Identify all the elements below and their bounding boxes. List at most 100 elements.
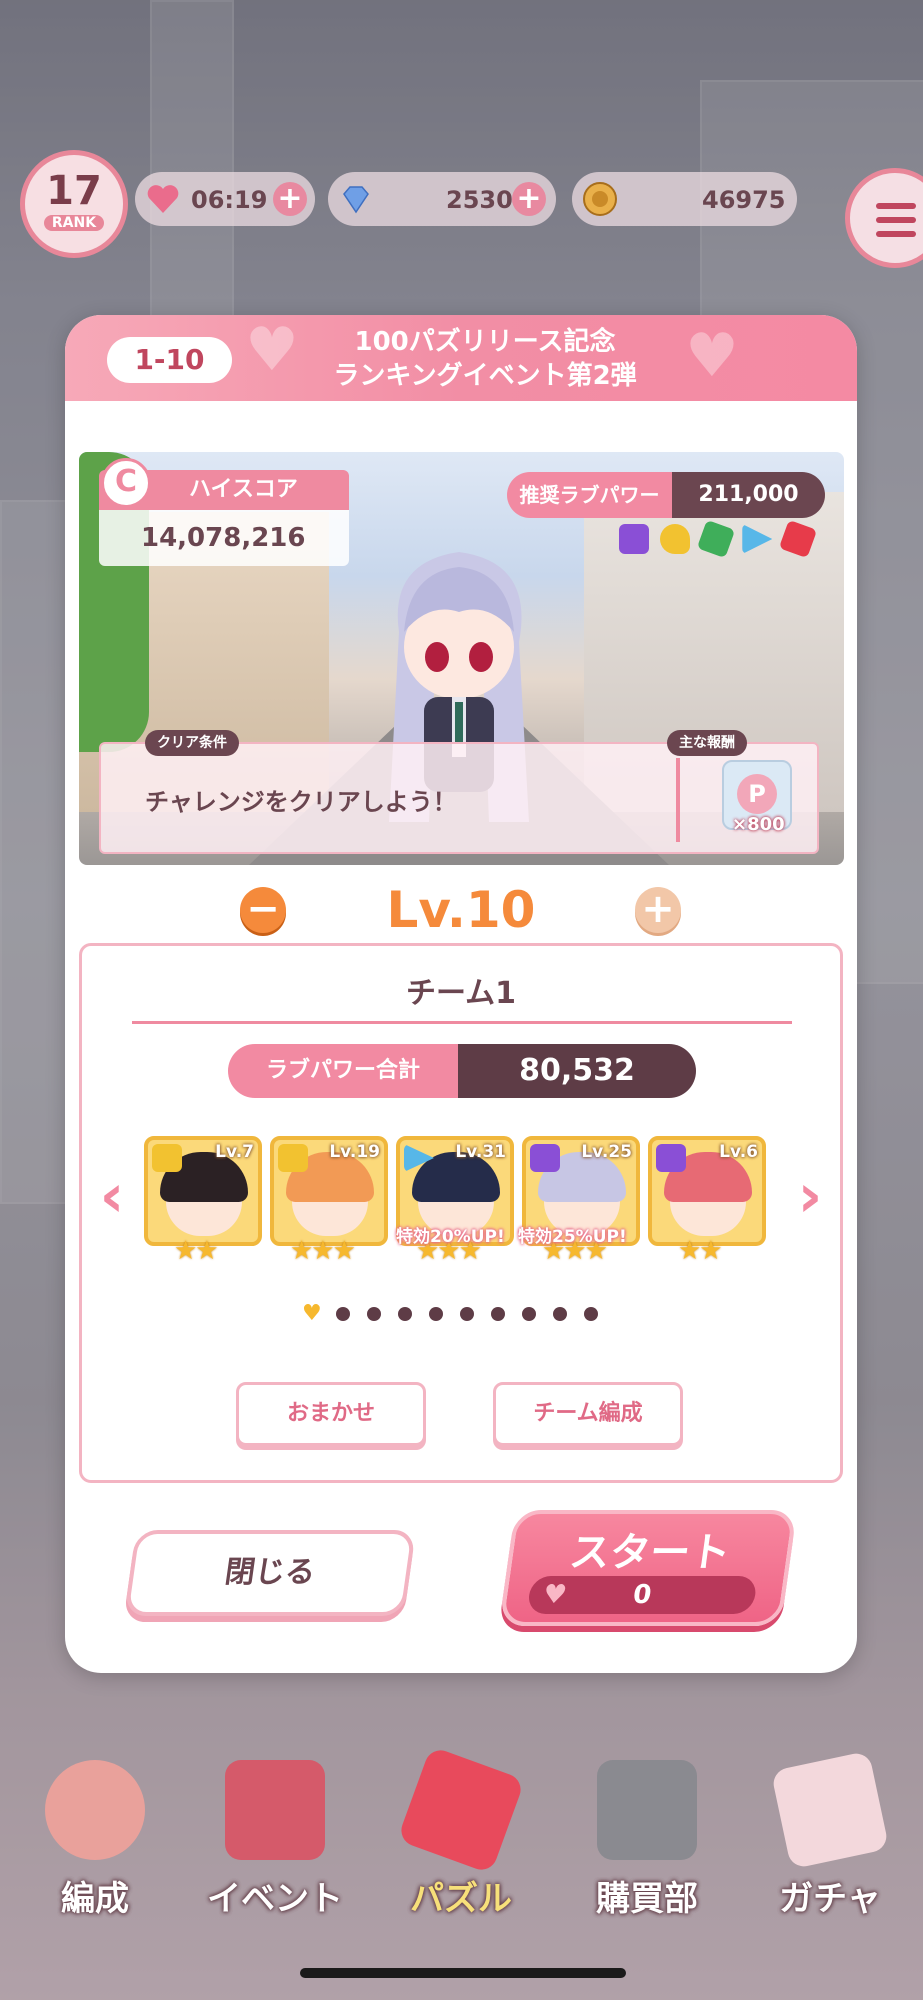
notebook-piece-icon [619, 524, 649, 554]
cheese-piece-icon [660, 524, 691, 554]
cheese-type-icon [278, 1144, 308, 1172]
reward-item[interactable]: P ×800 [722, 760, 792, 835]
start-cost: ♥ 0 [526, 1576, 758, 1614]
start-cost-value: 0 [631, 1580, 654, 1610]
gems-plus-button[interactable]: + [512, 182, 546, 216]
team-name: チーム1 [406, 976, 516, 1011]
coins-pill: 46975 [572, 172, 797, 226]
register-icon [597, 1760, 697, 1860]
menu-icon-bar [876, 217, 916, 223]
rank-label: RANK [44, 215, 104, 231]
highscore-rank-icon: C [101, 458, 151, 508]
piece-types [619, 519, 819, 560]
gems-value: 2530 [446, 186, 513, 214]
nav-label: ガチャ [779, 1879, 881, 1919]
stamina-plus-button[interactable]: + [273, 182, 307, 216]
clear-condition-tag: クリア条件 [145, 730, 239, 756]
coins-value: 46975 [702, 186, 786, 214]
clear-condition-text: チャレンジをクリアしよう！ [145, 788, 457, 816]
nav-shop[interactable]: 購買部 [562, 1750, 732, 1920]
page-dot[interactable] [397, 1306, 412, 1321]
recommended-power-value: 211,000 [672, 472, 825, 518]
page-dot[interactable] [335, 1306, 350, 1321]
page-dot[interactable] [583, 1306, 598, 1321]
prev-team-arrow-icon[interactable]: ‹ [90, 1166, 134, 1226]
start-button[interactable]: スタート ♥ 0 [498, 1510, 798, 1626]
character-card[interactable]: Lv.19 [270, 1136, 388, 1246]
diamond-icon [343, 186, 369, 214]
card-stars: ★★ [174, 1236, 219, 1266]
nav-label: 編成 [61, 1879, 129, 1919]
team-page-indicator: ♥ [302, 1301, 615, 1326]
coin-icon [583, 182, 617, 216]
stage-modal: ♥ ♥ 1-10 100パズリリース記念 ランキングイベント第2弾 ハイスコア … [65, 315, 857, 1673]
auto-team-button[interactable]: おまかせ [236, 1382, 426, 1446]
next-team-arrow-icon[interactable]: › [788, 1166, 832, 1226]
puzzle-icon [396, 1745, 526, 1875]
clear-condition-panel: クリア条件 チャレンジをクリアしよう！ 主な報酬 P ×800 [99, 730, 819, 854]
nav-puzzle[interactable]: パズル [376, 1745, 546, 1920]
modal-title: 100パズリリース記念 ランキングイベント第2弾 [265, 325, 705, 393]
character-card[interactable]: Lv.7 [144, 1136, 262, 1246]
level-value: Lv.10 [386, 881, 536, 939]
nav-label: 購買部 [596, 1879, 698, 1919]
stage-preview: ハイスコア C 14,078,216 推奨ラブパワー 211,000 クリア条件… [79, 452, 844, 865]
card-boost-label: 特効20%UP! [396, 1227, 505, 1247]
ruler-piece-icon [742, 524, 773, 554]
page-dot[interactable] [366, 1306, 381, 1321]
letter-icon [770, 1750, 890, 1870]
card-level: Lv.25 [581, 1142, 632, 1162]
reward-tag: 主な報酬 [667, 730, 747, 756]
divider [132, 1021, 792, 1024]
nav-label: パズル [410, 1879, 512, 1919]
recommended-power-label: 推奨ラブパワー [507, 472, 672, 518]
nav-event[interactable]: イベント [190, 1750, 360, 1920]
nav-team[interactable]: 編成 [10, 1750, 180, 1920]
card-level: Lv.31 [455, 1142, 506, 1162]
divider [676, 758, 680, 842]
heart-icon [147, 185, 179, 213]
p-point-icon: P [737, 774, 777, 814]
character-card[interactable]: Lv.6 [648, 1136, 766, 1246]
team-edit-button[interactable]: チーム編成 [493, 1382, 683, 1446]
level-selector: − Lv.10 + [65, 875, 857, 945]
page-dot[interactable] [552, 1306, 567, 1321]
recommended-power: 推奨ラブパワー 211,000 [507, 472, 825, 518]
nav-gacha[interactable]: ガチャ [745, 1750, 915, 1920]
level-minus-button[interactable]: − [240, 887, 286, 933]
current-page-heart-icon: ♥ [302, 1301, 322, 1326]
menu-icon-bar [876, 231, 916, 237]
card-boost-label: 特効25%UP! [518, 1227, 627, 1247]
card-level: Lv.7 [215, 1142, 254, 1162]
total-power-value: 80,532 [458, 1044, 696, 1098]
modal-title-line2: ランキングイベント第2弾 [333, 361, 637, 391]
card-level: Lv.19 [329, 1142, 380, 1162]
gem-piece-icon [779, 519, 818, 559]
eraser-piece-icon [696, 519, 736, 559]
stage-number: 1-10 [107, 337, 232, 383]
page-dot[interactable] [490, 1306, 505, 1321]
team-icon [45, 1760, 145, 1860]
card-stars: ★★★ [290, 1236, 356, 1266]
page-dot[interactable] [428, 1306, 443, 1321]
menu-icon [876, 203, 916, 209]
bottom-nav: 編成 イベント パズル 購買部 ガチャ [0, 1740, 923, 1930]
close-button[interactable]: 閉じる [123, 1530, 417, 1616]
page-dot[interactable] [521, 1306, 536, 1321]
start-button-label: スタート [566, 1530, 734, 1576]
rank-badge[interactable]: 17 RANK [20, 150, 128, 258]
modal-title-line1: 100パズリリース記念 [354, 327, 616, 357]
team-panel: チーム1 ラブパワー合計 80,532 ‹ › Lv.7 Lv.19 Lv.31 [79, 943, 843, 1483]
home-indicator[interactable] [300, 1968, 626, 1978]
modal-header: ♥ ♥ 1-10 100パズリリース記念 ランキングイベント第2弾 [65, 315, 857, 401]
stamina-value: 06:19 [191, 186, 268, 214]
total-power: ラブパワー合計 80,532 [228, 1044, 696, 1098]
notebook-type-icon [530, 1144, 560, 1172]
card-stars: ★★ [678, 1236, 723, 1266]
gems-pill: 2530 + [328, 172, 556, 226]
level-plus-button[interactable]: + [635, 887, 681, 933]
cheese-type-icon [152, 1144, 182, 1172]
nav-label: イベント [207, 1879, 343, 1919]
page-dot[interactable] [459, 1306, 474, 1321]
stamina-pill: 06:19 + [135, 172, 315, 226]
